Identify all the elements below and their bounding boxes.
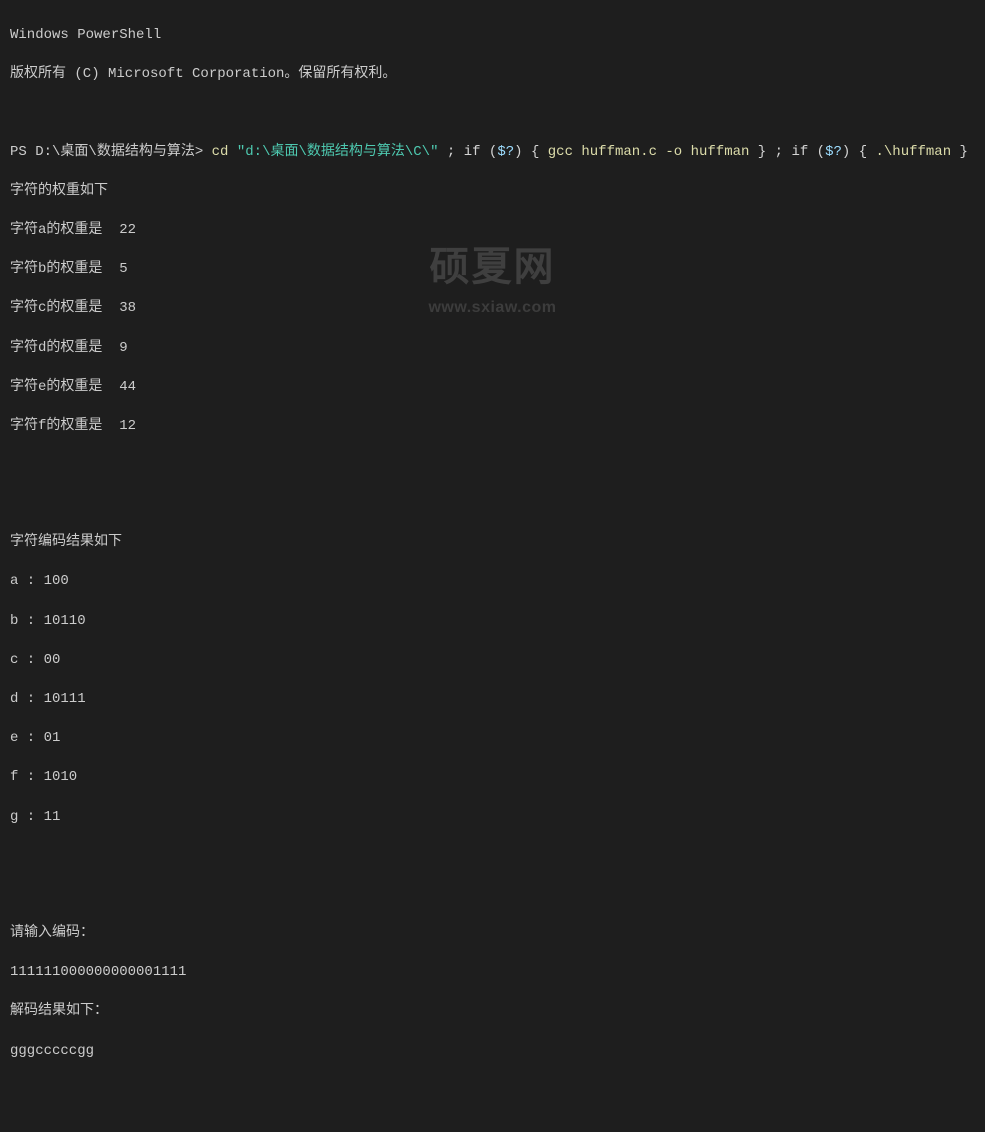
- cmd-gcc: gcc huffman.c -o huffman: [548, 144, 750, 160]
- weight-line: 字符e的权重是 44: [10, 378, 975, 398]
- weight-line: 字符a的权重是 22: [10, 221, 975, 241]
- weight-line: 字符b的权重是 5: [10, 260, 975, 280]
- code-line: e : 01: [10, 729, 975, 749]
- cmd-var: $?: [497, 144, 514, 160]
- blank-line: [10, 1119, 975, 1132]
- prompt-prefix: PS: [10, 144, 35, 160]
- terminal-output[interactable]: Windows PowerShell 版权所有 (C) Microsoft Co…: [10, 6, 975, 1132]
- decode-input: 111111000000000001111: [10, 963, 975, 983]
- cmd-lbrace: {: [531, 144, 548, 160]
- blank-line: [10, 847, 975, 866]
- code-line: f : 1010: [10, 768, 975, 788]
- decode-result-label: 解码结果如下：: [10, 1002, 975, 1022]
- command-line: PS D:\桌面\数据结构与算法> cd "d:\桌面\数据结构与算法\C\" …: [10, 143, 975, 163]
- cmd-sep: ;: [438, 144, 463, 160]
- cmd-sep2: ;: [766, 144, 791, 160]
- code-line: b : 10110: [10, 612, 975, 632]
- cmd-lparen2: (: [808, 144, 825, 160]
- cmd-var2: $?: [825, 144, 842, 160]
- cmd-run: .\huffman: [876, 144, 952, 160]
- cmd-cd: cd: [212, 144, 229, 160]
- blank-line: [10, 1081, 975, 1100]
- weight-line: 字符f的权重是 12: [10, 417, 975, 437]
- code-line: g : 11: [10, 808, 975, 828]
- cmd-rbrace2: }: [951, 144, 968, 160]
- blank-line: [10, 495, 975, 514]
- prompt-gt: >: [195, 144, 212, 160]
- decode-prompt: 请输入编码：: [10, 924, 975, 944]
- weight-line: 字符d的权重是 9: [10, 339, 975, 359]
- code-line: a : 100: [10, 572, 975, 592]
- cmd-if2: if: [791, 144, 808, 160]
- blank-line: [10, 885, 975, 904]
- shell-title: Windows PowerShell: [10, 26, 975, 46]
- cmd-rparen: ): [514, 144, 531, 160]
- weight-line: 字符c的权重是 38: [10, 299, 975, 319]
- weights-heading: 字符的权重如下: [10, 182, 975, 202]
- codes-heading: 字符编码结果如下: [10, 533, 975, 553]
- code-line: c : 00: [10, 651, 975, 671]
- cmd-lparen: (: [481, 144, 498, 160]
- decode-result: gggcccccgg: [10, 1042, 975, 1062]
- cmd-rparen2: ): [842, 144, 859, 160]
- cmd-lbrace2: {: [859, 144, 876, 160]
- cmd-rbrace: }: [749, 144, 766, 160]
- blank-line: [10, 456, 975, 475]
- copyright-line: 版权所有 (C) Microsoft Corporation。保留所有权利。: [10, 65, 975, 85]
- code-line: d : 10111: [10, 690, 975, 710]
- prompt-path: D:\桌面\数据结构与算法: [35, 144, 195, 160]
- cmd-if: if: [464, 144, 481, 160]
- cmd-path: "d:\桌面\数据结构与算法\C\": [237, 144, 439, 160]
- blank-line: [10, 104, 975, 123]
